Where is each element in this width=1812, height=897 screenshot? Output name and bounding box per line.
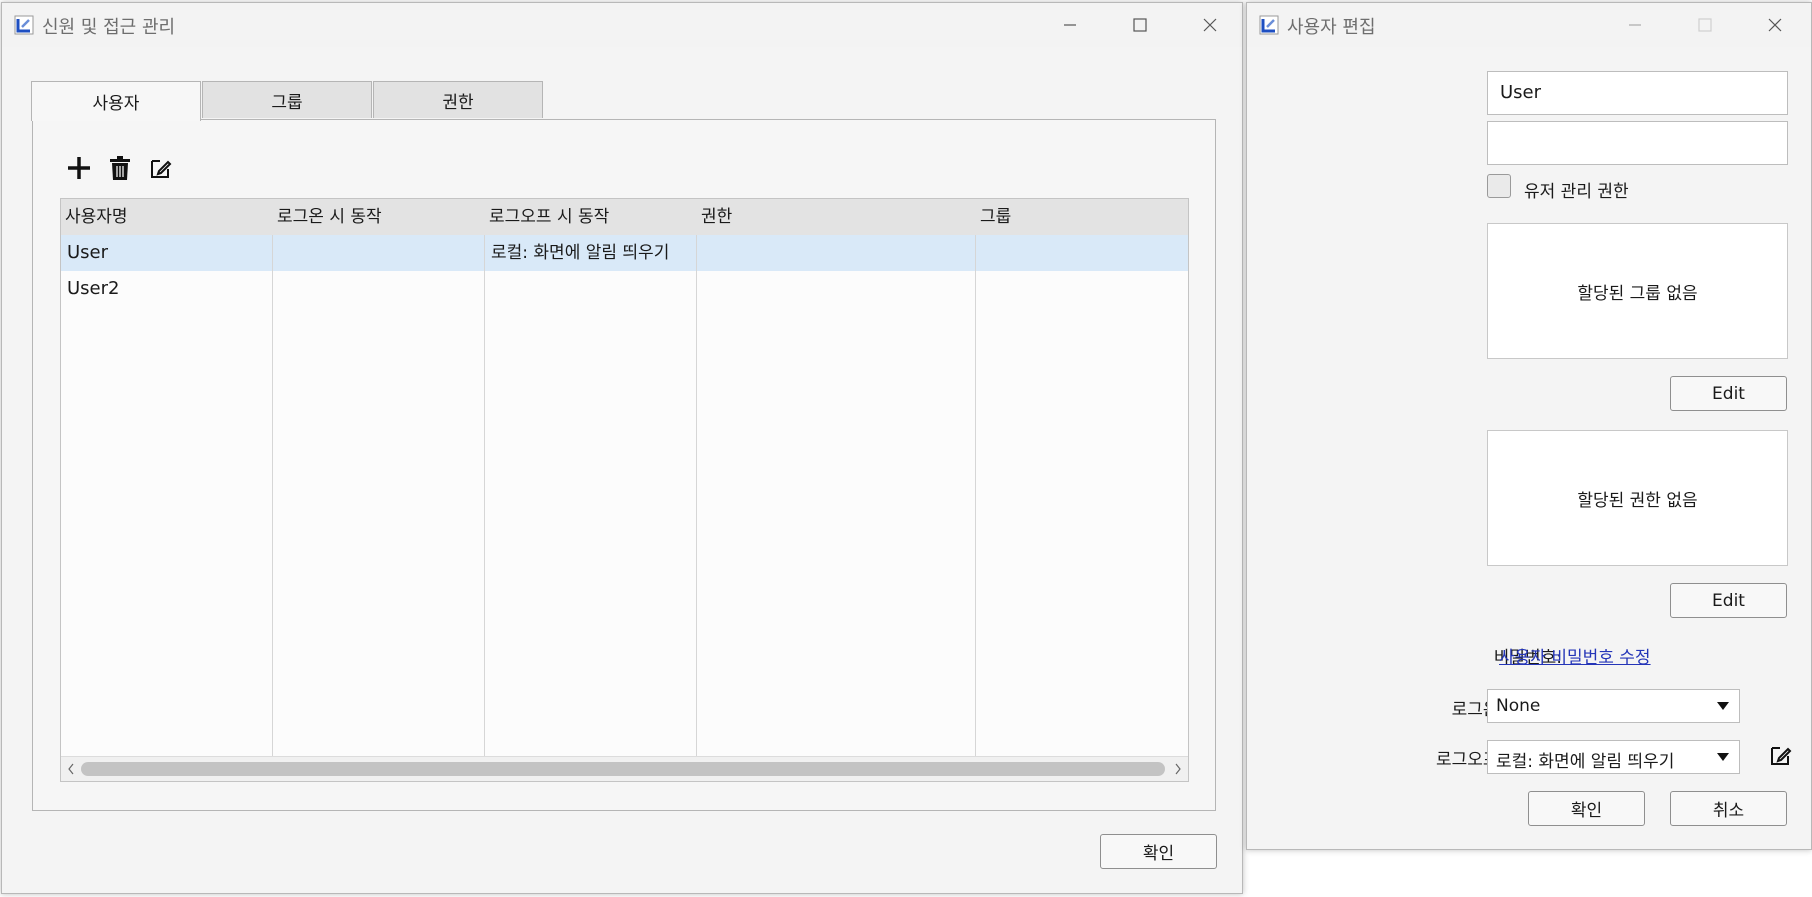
close-icon <box>1768 18 1782 32</box>
minimize-icon <box>1064 24 1076 26</box>
trash-icon <box>110 156 130 180</box>
cell-logoff <box>485 271 491 307</box>
scrollbar-thumb[interactable] <box>81 762 1165 776</box>
dialog-maximize-button <box>1685 11 1725 39</box>
add-user-button[interactable] <box>62 151 96 185</box>
tab-users[interactable]: 사용자 <box>31 81 201 121</box>
permission-empty-text: 할당된 권한 없음 <box>1577 490 1698 511</box>
username-value: User <box>1500 82 1542 103</box>
maximize-button[interactable] <box>1120 11 1160 39</box>
dialog-title: 사용자 편집 <box>1287 17 1376 38</box>
horizontal-scrollbar[interactable] <box>61 756 1188 781</box>
scroll-left-icon[interactable] <box>65 757 77 781</box>
cell-logon <box>273 235 279 271</box>
main-window: 신원 및 접근 관리 사용자 그룹 권한 사용자명 로그온 시 동작 로그오프 … <box>1 2 1243 894</box>
dialog-titlebar: 사용자 편집 <box>1247 3 1811 47</box>
dialog-cancel-label: 취소 <box>1712 801 1745 821</box>
admin-checkbox-label: 유저 관리 권한 <box>1524 182 1629 202</box>
column-divider <box>484 235 485 757</box>
tab-users-label: 사용자 <box>92 94 140 114</box>
permission-edit-label: Edit <box>1712 590 1745 611</box>
cell-logon <box>273 271 279 307</box>
cell-username: User2 <box>67 278 120 299</box>
column-header-group[interactable]: 그룹 <box>976 199 1186 235</box>
dialog-ok-button[interactable]: 확인 <box>1528 791 1645 826</box>
admin-checkbox[interactable] <box>1487 174 1511 198</box>
permission-edit-button[interactable]: Edit <box>1670 583 1787 618</box>
main-ok-label: 확인 <box>1142 844 1175 864</box>
tab-permissions-label: 권한 <box>442 92 474 113</box>
table-row[interactable]: User 로컬: 화면에 알림 띄우기 <box>61 235 1188 271</box>
edit-user-button[interactable] <box>144 151 178 185</box>
tab-permissions[interactable]: 권한 <box>373 81 543 118</box>
app-logo-icon <box>14 15 34 35</box>
close-button[interactable] <box>1190 11 1230 39</box>
dialog-cancel-button[interactable]: 취소 <box>1670 791 1787 826</box>
tab-groups-label: 그룹 <box>271 92 303 113</box>
username-field[interactable]: User <box>1487 71 1788 115</box>
column-header-logon[interactable]: 로그온 시 동작 <box>273 199 483 235</box>
cell-username: User <box>67 242 109 263</box>
main-ok-button[interactable]: 확인 <box>1100 834 1217 869</box>
plus-icon <box>68 157 90 179</box>
group-edit-label: Edit <box>1712 383 1745 404</box>
edit-user-dialog: 사용자 편집 사용자명: User 이메일: 유저 관리 권한 그룹: 할당된 … <box>1246 2 1812 850</box>
logoff-action-edit-button[interactable] <box>1769 743 1795 769</box>
cell-group <box>976 271 982 307</box>
main-window-title: 신원 및 접근 관리 <box>42 17 176 38</box>
delete-user-button[interactable] <box>103 151 137 185</box>
scroll-right-icon[interactable] <box>1172 757 1184 781</box>
users-table: 사용자명 로그온 시 동작 로그오프 시 동작 권한 그룹 User 로컬: 화… <box>60 198 1189 782</box>
email-field[interactable] <box>1487 121 1788 165</box>
cell-permission <box>697 235 703 271</box>
column-header-permission[interactable]: 권한 <box>697 199 976 235</box>
dialog-ok-label: 확인 <box>1570 801 1603 821</box>
logon-action-select[interactable]: None <box>1487 689 1740 723</box>
edit-icon <box>1771 747 1792 765</box>
main-titlebar: 신원 및 접근 관리 <box>2 3 1242 47</box>
logoff-action-value: 로컬: 화면에 알림 띄우기 <box>1496 752 1675 772</box>
edit-icon <box>151 160 172 178</box>
dropdown-arrow-icon <box>1717 702 1729 710</box>
column-divider <box>696 235 697 757</box>
table-header: 사용자명 로그온 시 동작 로그오프 시 동작 권한 그룹 <box>61 199 1188 235</box>
column-divider <box>272 235 273 757</box>
group-empty-text: 할당된 그룹 없음 <box>1577 283 1698 304</box>
column-header-logoff[interactable]: 로그오프 시 동작 <box>485 199 695 235</box>
tab-groups[interactable]: 그룹 <box>202 81 372 118</box>
dialog-close-button[interactable] <box>1755 11 1795 39</box>
cell-permission <box>697 271 703 307</box>
column-divider <box>975 235 976 757</box>
cell-logoff: 로컬: 화면에 알림 띄우기 <box>491 243 670 263</box>
close-icon <box>1203 18 1217 32</box>
dropdown-arrow-icon <box>1717 753 1729 761</box>
cell-group <box>976 235 982 271</box>
minimize-button[interactable] <box>1050 11 1090 39</box>
maximize-icon <box>1698 18 1712 32</box>
minimize-icon <box>1629 24 1641 26</box>
logoff-action-select[interactable]: 로컬: 화면에 알림 띄우기 <box>1487 740 1740 774</box>
app-logo-icon <box>1259 15 1279 35</box>
maximize-icon <box>1133 18 1147 32</box>
change-password-link[interactable]: 사용자 비밀번호 수정 <box>1499 643 1651 668</box>
group-list: 할당된 그룹 없음 <box>1487 223 1788 359</box>
column-header-username[interactable]: 사용자명 <box>61 199 271 235</box>
group-edit-button[interactable]: Edit <box>1670 376 1787 411</box>
dialog-minimize-button[interactable] <box>1615 11 1655 39</box>
table-row[interactable]: User2 <box>61 271 1188 307</box>
logon-action-value: None <box>1496 696 1541 716</box>
permission-list: 할당된 권한 없음 <box>1487 430 1788 566</box>
